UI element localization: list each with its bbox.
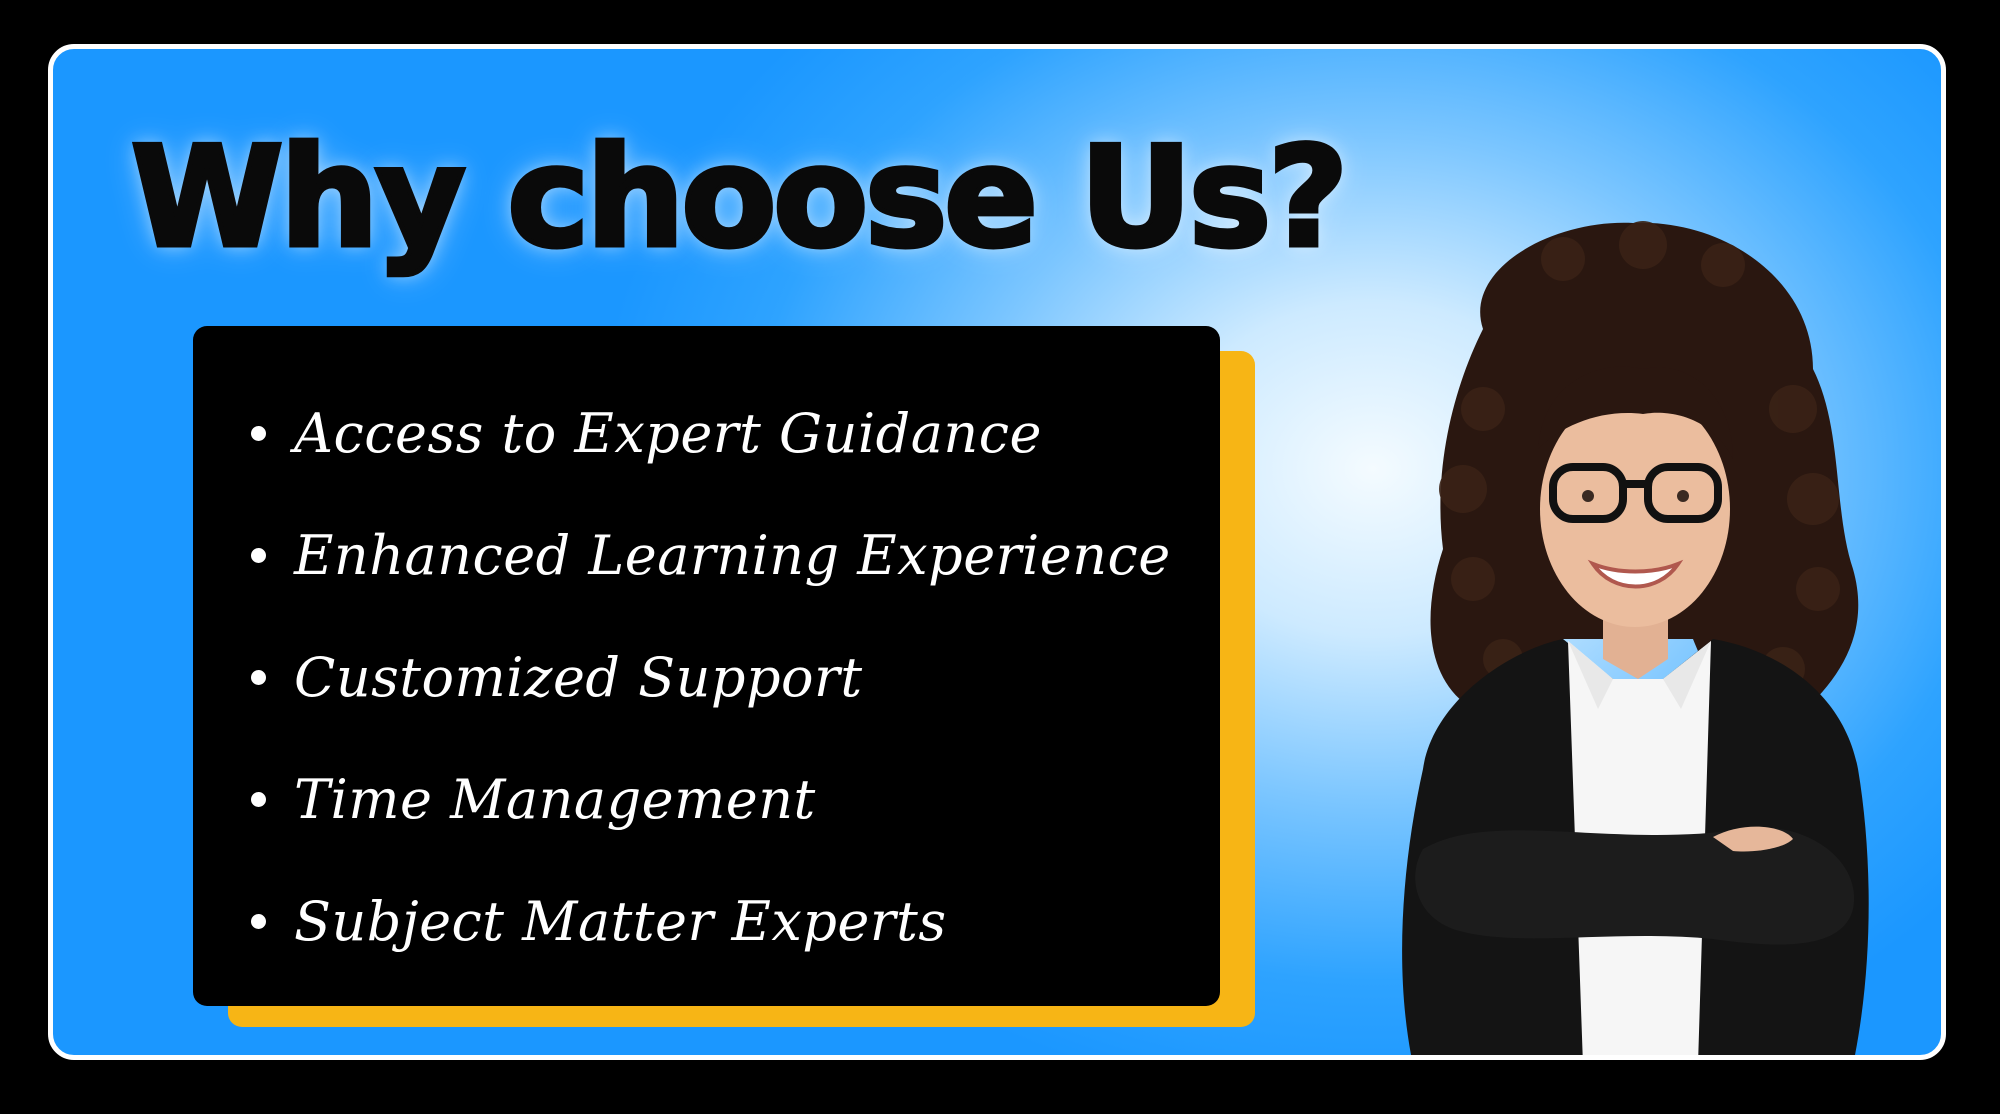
bullet-icon bbox=[251, 669, 266, 685]
feature-item: Enhanced Learning Experience bbox=[251, 494, 1171, 616]
feature-text: Time Management bbox=[294, 767, 816, 831]
businesswoman-illustration bbox=[1402, 221, 1869, 1055]
feature-text: Subject Matter Experts bbox=[294, 889, 947, 953]
feature-text: Access to Expert Guidance bbox=[294, 401, 1042, 465]
feature-text: Customized Support bbox=[294, 645, 863, 709]
bullet-icon bbox=[251, 791, 266, 807]
feature-text: Enhanced Learning Experience bbox=[294, 523, 1171, 587]
features-list: Access to Expert Guidance Enhanced Learn… bbox=[251, 372, 1171, 982]
feature-item: Access to Expert Guidance bbox=[251, 372, 1171, 494]
crossed-arms bbox=[1415, 827, 1855, 945]
bullet-icon bbox=[251, 425, 266, 441]
feature-item: Time Management bbox=[251, 738, 1171, 860]
bullet-icon bbox=[251, 547, 266, 563]
feature-item: Customized Support bbox=[251, 616, 1171, 738]
features-panel: Access to Expert Guidance Enhanced Learn… bbox=[193, 326, 1220, 1006]
headline: Why choose Us? bbox=[128, 117, 1350, 278]
feature-item: Subject Matter Experts bbox=[251, 860, 1171, 982]
bullet-icon bbox=[251, 913, 266, 929]
promo-card: Why choose Us? Access to Expert Guidance… bbox=[48, 44, 1946, 1060]
